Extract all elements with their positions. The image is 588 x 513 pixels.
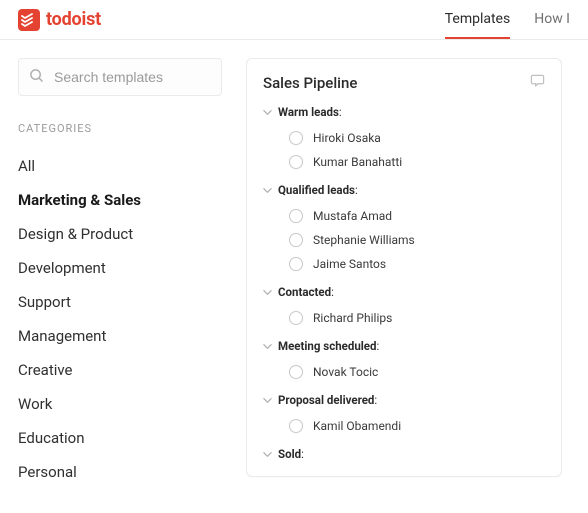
chevron-down-icon	[263, 342, 272, 351]
category-item[interactable]: Design & Product	[18, 217, 222, 251]
task-label: Mustafa Amad	[313, 209, 392, 223]
category-item[interactable]: Personal	[18, 455, 222, 489]
todoist-logo-icon	[18, 9, 40, 31]
section: Sold:	[263, 444, 545, 464]
section-name: Meeting scheduled:	[278, 339, 379, 353]
chevron-down-icon	[263, 396, 272, 405]
task-label: Novak Tocic	[313, 365, 378, 379]
nav-how[interactable]: How I	[534, 11, 570, 29]
task-item[interactable]: Novak Tocic	[289, 360, 545, 384]
search-box[interactable]	[18, 58, 222, 96]
task-label: Kumar Banahatti	[313, 155, 402, 169]
section-name: Proposal delivered:	[278, 393, 377, 407]
section-header[interactable]: Proposal delivered:	[263, 390, 545, 410]
chevron-down-icon	[263, 288, 272, 297]
top-nav: Templates How I	[445, 11, 570, 29]
task-checkbox[interactable]	[289, 311, 303, 325]
task-item[interactable]: Kumar Banahatti	[289, 150, 545, 174]
category-item[interactable]: Management	[18, 319, 222, 353]
template-card: Sales Pipeline Warm leads: Hiroki Osaka Ku…	[246, 58, 562, 477]
task-checkbox[interactable]	[289, 209, 303, 223]
section: Warm leads: Hiroki Osaka Kumar Banahatti	[263, 102, 545, 174]
task-checkbox[interactable]	[289, 131, 303, 145]
logo[interactable]: todoist	[18, 9, 101, 31]
task-list: Richard Philips	[263, 306, 545, 330]
section-colon: :	[339, 105, 342, 119]
task-list: Novak Tocic	[263, 360, 545, 384]
card-header: Sales Pipeline	[263, 73, 545, 92]
task-checkbox[interactable]	[289, 365, 303, 379]
task-label: Jaime Santos	[313, 257, 386, 271]
app-header: todoist Templates How I	[0, 0, 588, 40]
section-colon: :	[331, 285, 334, 299]
task-label: Hiroki Osaka	[313, 131, 381, 145]
category-item[interactable]: All	[18, 149, 222, 183]
task-item[interactable]: Mustafa Amad	[289, 204, 545, 228]
task-checkbox[interactable]	[289, 419, 303, 433]
section-name: Sold:	[278, 447, 304, 461]
section-header[interactable]: Warm leads:	[263, 102, 545, 122]
section-colon: :	[374, 393, 377, 407]
nav-templates[interactable]: Templates	[445, 11, 511, 29]
section-name: Contacted:	[278, 285, 334, 299]
section-header[interactable]: Meeting scheduled:	[263, 336, 545, 356]
section-header[interactable]: Qualified leads:	[263, 180, 545, 200]
task-item[interactable]: Hiroki Osaka	[289, 126, 545, 150]
task-label: Richard Philips	[313, 311, 392, 325]
section: Proposal delivered: Kamil Obamendi	[263, 390, 545, 438]
task-checkbox[interactable]	[289, 257, 303, 271]
section-header[interactable]: Sold:	[263, 444, 545, 464]
category-item[interactable]: Education	[18, 421, 222, 455]
content: Sales Pipeline Warm leads: Hiroki Osaka Ku…	[240, 58, 588, 489]
task-list: Kamil Obamendi	[263, 414, 545, 438]
category-item[interactable]: Development	[18, 251, 222, 285]
section: Qualified leads: Mustafa Amad Stephanie Wi…	[263, 180, 545, 276]
section-header[interactable]: Contacted:	[263, 282, 545, 302]
task-label: Kamil Obamendi	[313, 419, 401, 433]
search-icon	[29, 68, 44, 87]
task-list: Mustafa Amad Stephanie Williams Jaime Sant…	[263, 204, 545, 276]
brand-name: todoist	[46, 9, 101, 30]
section-colon: :	[301, 447, 304, 461]
task-checkbox[interactable]	[289, 155, 303, 169]
comment-icon[interactable]	[530, 73, 545, 92]
sections-container: Warm leads: Hiroki Osaka Kumar Banahatti Qu…	[263, 102, 545, 464]
section-colon: :	[355, 183, 358, 197]
task-item[interactable]: Richard Philips	[289, 306, 545, 330]
category-item[interactable]: Creative	[18, 353, 222, 387]
chevron-down-icon	[263, 108, 272, 117]
chevron-down-icon	[263, 186, 272, 195]
category-item[interactable]: Work	[18, 387, 222, 421]
task-checkbox[interactable]	[289, 233, 303, 247]
section: Contacted: Richard Philips	[263, 282, 545, 330]
task-label: Stephanie Williams	[313, 233, 415, 247]
category-item[interactable]: Marketing & Sales	[18, 183, 222, 217]
card-title: Sales Pipeline	[263, 74, 357, 92]
main: CATEGORIES AllMarketing & SalesDesign & …	[0, 40, 588, 489]
task-list: Hiroki Osaka Kumar Banahatti	[263, 126, 545, 174]
section-colon: :	[377, 339, 380, 353]
sidebar: CATEGORIES AllMarketing & SalesDesign & …	[0, 58, 240, 489]
categories-heading: CATEGORIES	[18, 122, 222, 135]
section-name: Qualified leads:	[278, 183, 358, 197]
section-name: Warm leads:	[278, 105, 342, 119]
section: Meeting scheduled: Novak Tocic	[263, 336, 545, 384]
search-input[interactable]	[54, 69, 211, 85]
categories-list: AllMarketing & SalesDesign & ProductDeve…	[18, 149, 222, 489]
category-item[interactable]: Support	[18, 285, 222, 319]
task-item[interactable]: Jaime Santos	[289, 252, 545, 276]
chevron-down-icon	[263, 450, 272, 459]
task-item[interactable]: Stephanie Williams	[289, 228, 545, 252]
task-item[interactable]: Kamil Obamendi	[289, 414, 545, 438]
